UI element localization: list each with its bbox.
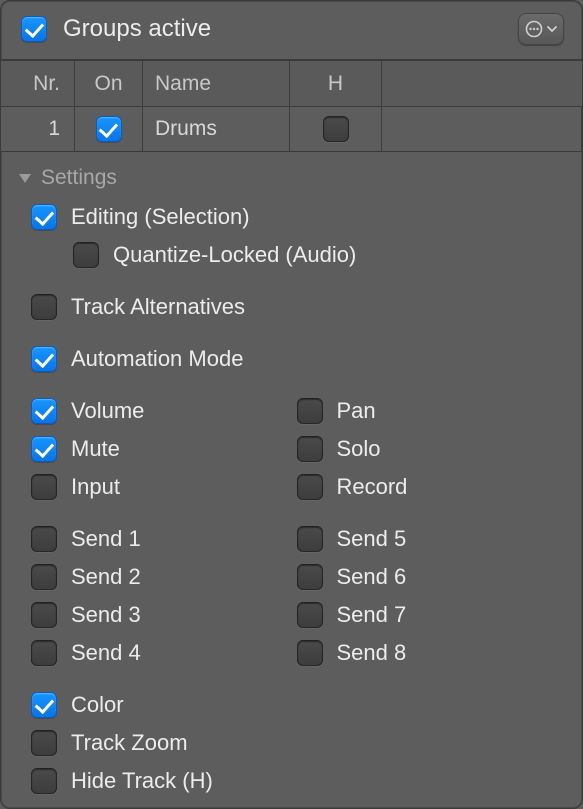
sends-grid: Send 1 Send 2 Send 3 Send 4 Se (19, 520, 562, 672)
groups-active-checkbox[interactable] (21, 16, 47, 42)
send1-row: Send 1 (31, 520, 297, 558)
send5-checkbox[interactable] (297, 526, 323, 552)
send6-row: Send 6 (297, 558, 563, 596)
send8-checkbox[interactable] (297, 640, 323, 666)
send7-row: Send 7 (297, 596, 563, 634)
volume-label: Volume (71, 398, 144, 424)
hide-track-label: Hide Track (H) (71, 768, 213, 794)
send5-label: Send 5 (337, 526, 407, 552)
automation-row: Automation Mode (19, 340, 562, 378)
cell-nr: 1 (1, 107, 75, 151)
send7-label: Send 7 (337, 602, 407, 628)
settings-title: Settings (41, 166, 117, 190)
more-icon (525, 20, 543, 38)
cell-name[interactable]: Drums (143, 107, 290, 151)
track-zoom-label: Track Zoom (71, 730, 188, 756)
send2-label: Send 2 (71, 564, 141, 590)
color-label: Color (71, 692, 124, 718)
mute-label: Mute (71, 436, 120, 462)
color-checkbox[interactable] (31, 692, 57, 718)
send8-row: Send 8 (297, 634, 563, 672)
editing-row: Editing (Selection) (19, 198, 562, 236)
groups-panel: Groups active Nr. On Name H 1 (0, 0, 583, 809)
row-on-checkbox[interactable] (96, 116, 122, 142)
input-checkbox[interactable] (31, 474, 57, 500)
editing-checkbox[interactable] (31, 204, 57, 230)
mute-row: Mute (31, 430, 297, 468)
editing-label: Editing (Selection) (71, 204, 250, 230)
cell-rest (382, 107, 582, 151)
record-row: Record (297, 468, 563, 506)
input-label: Input (71, 474, 120, 500)
track-alt-checkbox[interactable] (31, 294, 57, 320)
cell-on (75, 107, 143, 151)
mute-checkbox[interactable] (31, 436, 57, 462)
table-header-row: Nr. On Name H (1, 61, 582, 106)
settings-disclosure[interactable]: Settings (19, 166, 562, 190)
send1-checkbox[interactable] (31, 526, 57, 552)
send2-row: Send 2 (31, 558, 297, 596)
pan-label: Pan (337, 398, 376, 424)
track-alt-label: Track Alternatives (71, 294, 245, 320)
chevron-down-icon (19, 174, 31, 183)
solo-checkbox[interactable] (297, 436, 323, 462)
send4-row: Send 4 (31, 634, 297, 672)
automation-label: Automation Mode (71, 346, 243, 372)
more-menu-button[interactable] (518, 13, 564, 45)
record-checkbox[interactable] (297, 474, 323, 500)
send4-label: Send 4 (71, 640, 141, 666)
mix-params-grid: Volume Mute Input Pan Solo (19, 392, 562, 506)
send4-checkbox[interactable] (31, 640, 57, 666)
hide-track-row: Hide Track (H) (19, 762, 562, 800)
send2-checkbox[interactable] (31, 564, 57, 590)
send3-checkbox[interactable] (31, 602, 57, 628)
automation-checkbox[interactable] (31, 346, 57, 372)
send6-label: Send 6 (337, 564, 407, 590)
table-row[interactable]: 1 Drums (1, 106, 582, 151)
hide-track-checkbox[interactable] (31, 768, 57, 794)
chevron-down-icon (546, 23, 558, 35)
send3-label: Send 3 (71, 602, 141, 628)
track-alt-row: Track Alternatives (19, 288, 562, 326)
send6-checkbox[interactable] (297, 564, 323, 590)
quantize-locked-row: Quantize-Locked (Audio) (19, 236, 562, 274)
send3-row: Send 3 (31, 596, 297, 634)
send5-row: Send 5 (297, 520, 563, 558)
col-header-on[interactable]: On (75, 61, 143, 106)
groups-active-label: Groups active (63, 15, 518, 43)
solo-row: Solo (297, 430, 563, 468)
header: Groups active (1, 1, 582, 60)
solo-label: Solo (337, 436, 381, 462)
settings-section: Settings Editing (Selection) Quantize-Lo… (1, 152, 582, 809)
track-zoom-row: Track Zoom (19, 724, 562, 762)
send1-label: Send 1 (71, 526, 141, 552)
col-header-nr[interactable]: Nr. (1, 61, 75, 106)
track-zoom-checkbox[interactable] (31, 730, 57, 756)
cell-h (290, 107, 382, 151)
color-row: Color (19, 686, 562, 724)
pan-checkbox[interactable] (297, 398, 323, 424)
send7-checkbox[interactable] (297, 602, 323, 628)
pan-row: Pan (297, 392, 563, 430)
col-header-name[interactable]: Name (143, 61, 290, 106)
groups-table: Nr. On Name H 1 Drums (1, 60, 582, 152)
quantize-locked-checkbox[interactable] (73, 242, 99, 268)
col-header-rest (382, 61, 582, 106)
volume-checkbox[interactable] (31, 398, 57, 424)
send8-label: Send 8 (337, 640, 407, 666)
col-header-h[interactable]: H (290, 61, 382, 106)
volume-row: Volume (31, 392, 297, 430)
row-h-checkbox[interactable] (323, 116, 349, 142)
quantize-locked-label: Quantize-Locked (Audio) (113, 242, 356, 268)
input-row: Input (31, 468, 297, 506)
record-label: Record (337, 474, 408, 500)
